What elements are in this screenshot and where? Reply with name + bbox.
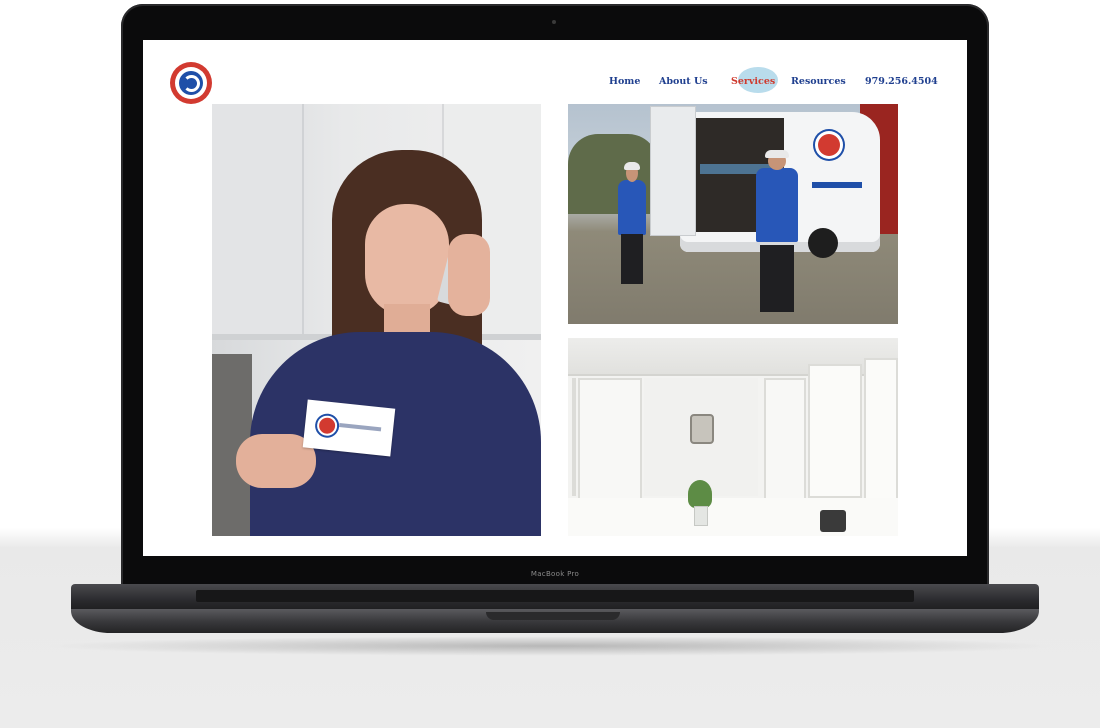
cabinet-shape xyxy=(212,104,304,334)
wheel-shape xyxy=(808,228,838,258)
laptop-shadow xyxy=(40,636,1060,656)
technician-figure xyxy=(618,162,646,284)
cabinet-shape xyxy=(578,378,642,500)
pendant-light-icon xyxy=(690,414,714,444)
djs-logo-icon[interactable] xyxy=(170,62,212,104)
card-text-bar xyxy=(339,422,382,432)
nav-home[interactable]: Home xyxy=(609,76,640,87)
nav-resources[interactable]: Resources xyxy=(791,76,846,87)
laptop-notch xyxy=(486,612,620,620)
white-kitchen-cabinets-photo xyxy=(568,338,898,536)
cap-shape xyxy=(765,150,789,158)
nav-about-us[interactable]: About Us xyxy=(659,76,708,87)
van-door-shape xyxy=(650,106,696,236)
counter-shape xyxy=(568,498,898,536)
plant-icon xyxy=(688,480,712,508)
nav-services[interactable]: Services xyxy=(731,76,775,87)
cabinet-shape xyxy=(764,378,806,500)
woman-on-phone-with-business-card-photo xyxy=(212,104,541,536)
shirt-shape xyxy=(756,168,798,242)
pants-shape xyxy=(620,233,644,284)
van-logo-icon xyxy=(818,134,840,156)
technician-figure xyxy=(756,150,798,312)
device-model-label: MacBook Pro xyxy=(530,570,580,578)
pants-shape xyxy=(760,244,794,312)
nav-phone[interactable]: 979.256.4504 xyxy=(865,76,938,87)
coffee-machine-shape xyxy=(820,510,846,532)
card-logo-icon xyxy=(316,414,339,437)
cabinet-shape xyxy=(808,364,862,498)
keyboard-slot xyxy=(196,590,914,602)
camera-icon xyxy=(552,20,556,24)
technicians-at-service-van-photo xyxy=(568,104,898,324)
van-stripe xyxy=(812,182,862,188)
logo-ring xyxy=(175,67,207,99)
cabinet-shape xyxy=(572,378,576,496)
business-card xyxy=(302,399,396,457)
logo-inner xyxy=(179,71,203,95)
vase-shape xyxy=(694,506,708,526)
cap-shape xyxy=(624,162,640,170)
shirt-shape xyxy=(618,180,646,236)
cabinet-shape xyxy=(864,358,898,502)
hand-shape xyxy=(448,234,490,316)
logo-d-mark xyxy=(182,74,200,92)
laptop-screen: Home About Us Services Resources 979.256… xyxy=(143,40,967,556)
